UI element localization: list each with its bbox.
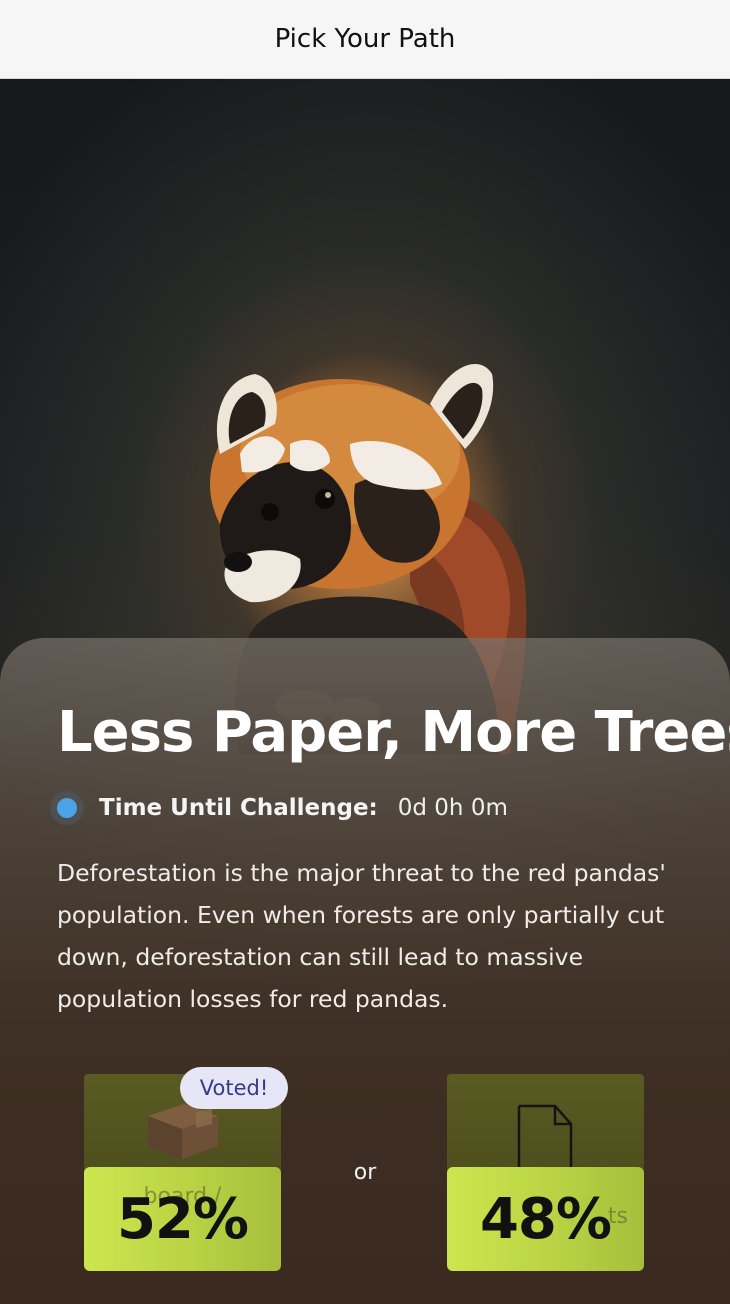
page-title: Pick Your Path: [274, 24, 456, 54]
document-icon: [517, 1104, 573, 1178]
option-documents-button[interactable]: ts 48%: [447, 1074, 644, 1271]
option-percent: 48%: [479, 1186, 612, 1252]
top-bar: Pick Your Path: [0, 0, 730, 79]
or-separator: or: [353, 1160, 377, 1185]
timer-row: Time Until Challenge: 0d 0h 0m: [50, 790, 508, 826]
challenge-title: Less Paper, More Trees: [57, 700, 730, 765]
option-icon-area: [447, 1074, 644, 1178]
challenge-description: Deforestation is the major threat to the…: [57, 859, 666, 1013]
status-dot-icon: [50, 791, 84, 825]
timer-label: Time Until Challenge:: [99, 795, 378, 821]
option-percent-bar: 52%: [84, 1167, 281, 1271]
timer-value: 0d 0h 0m: [397, 795, 508, 821]
option-percent: 52%: [116, 1186, 249, 1252]
voted-badge: Voted!: [180, 1067, 288, 1109]
